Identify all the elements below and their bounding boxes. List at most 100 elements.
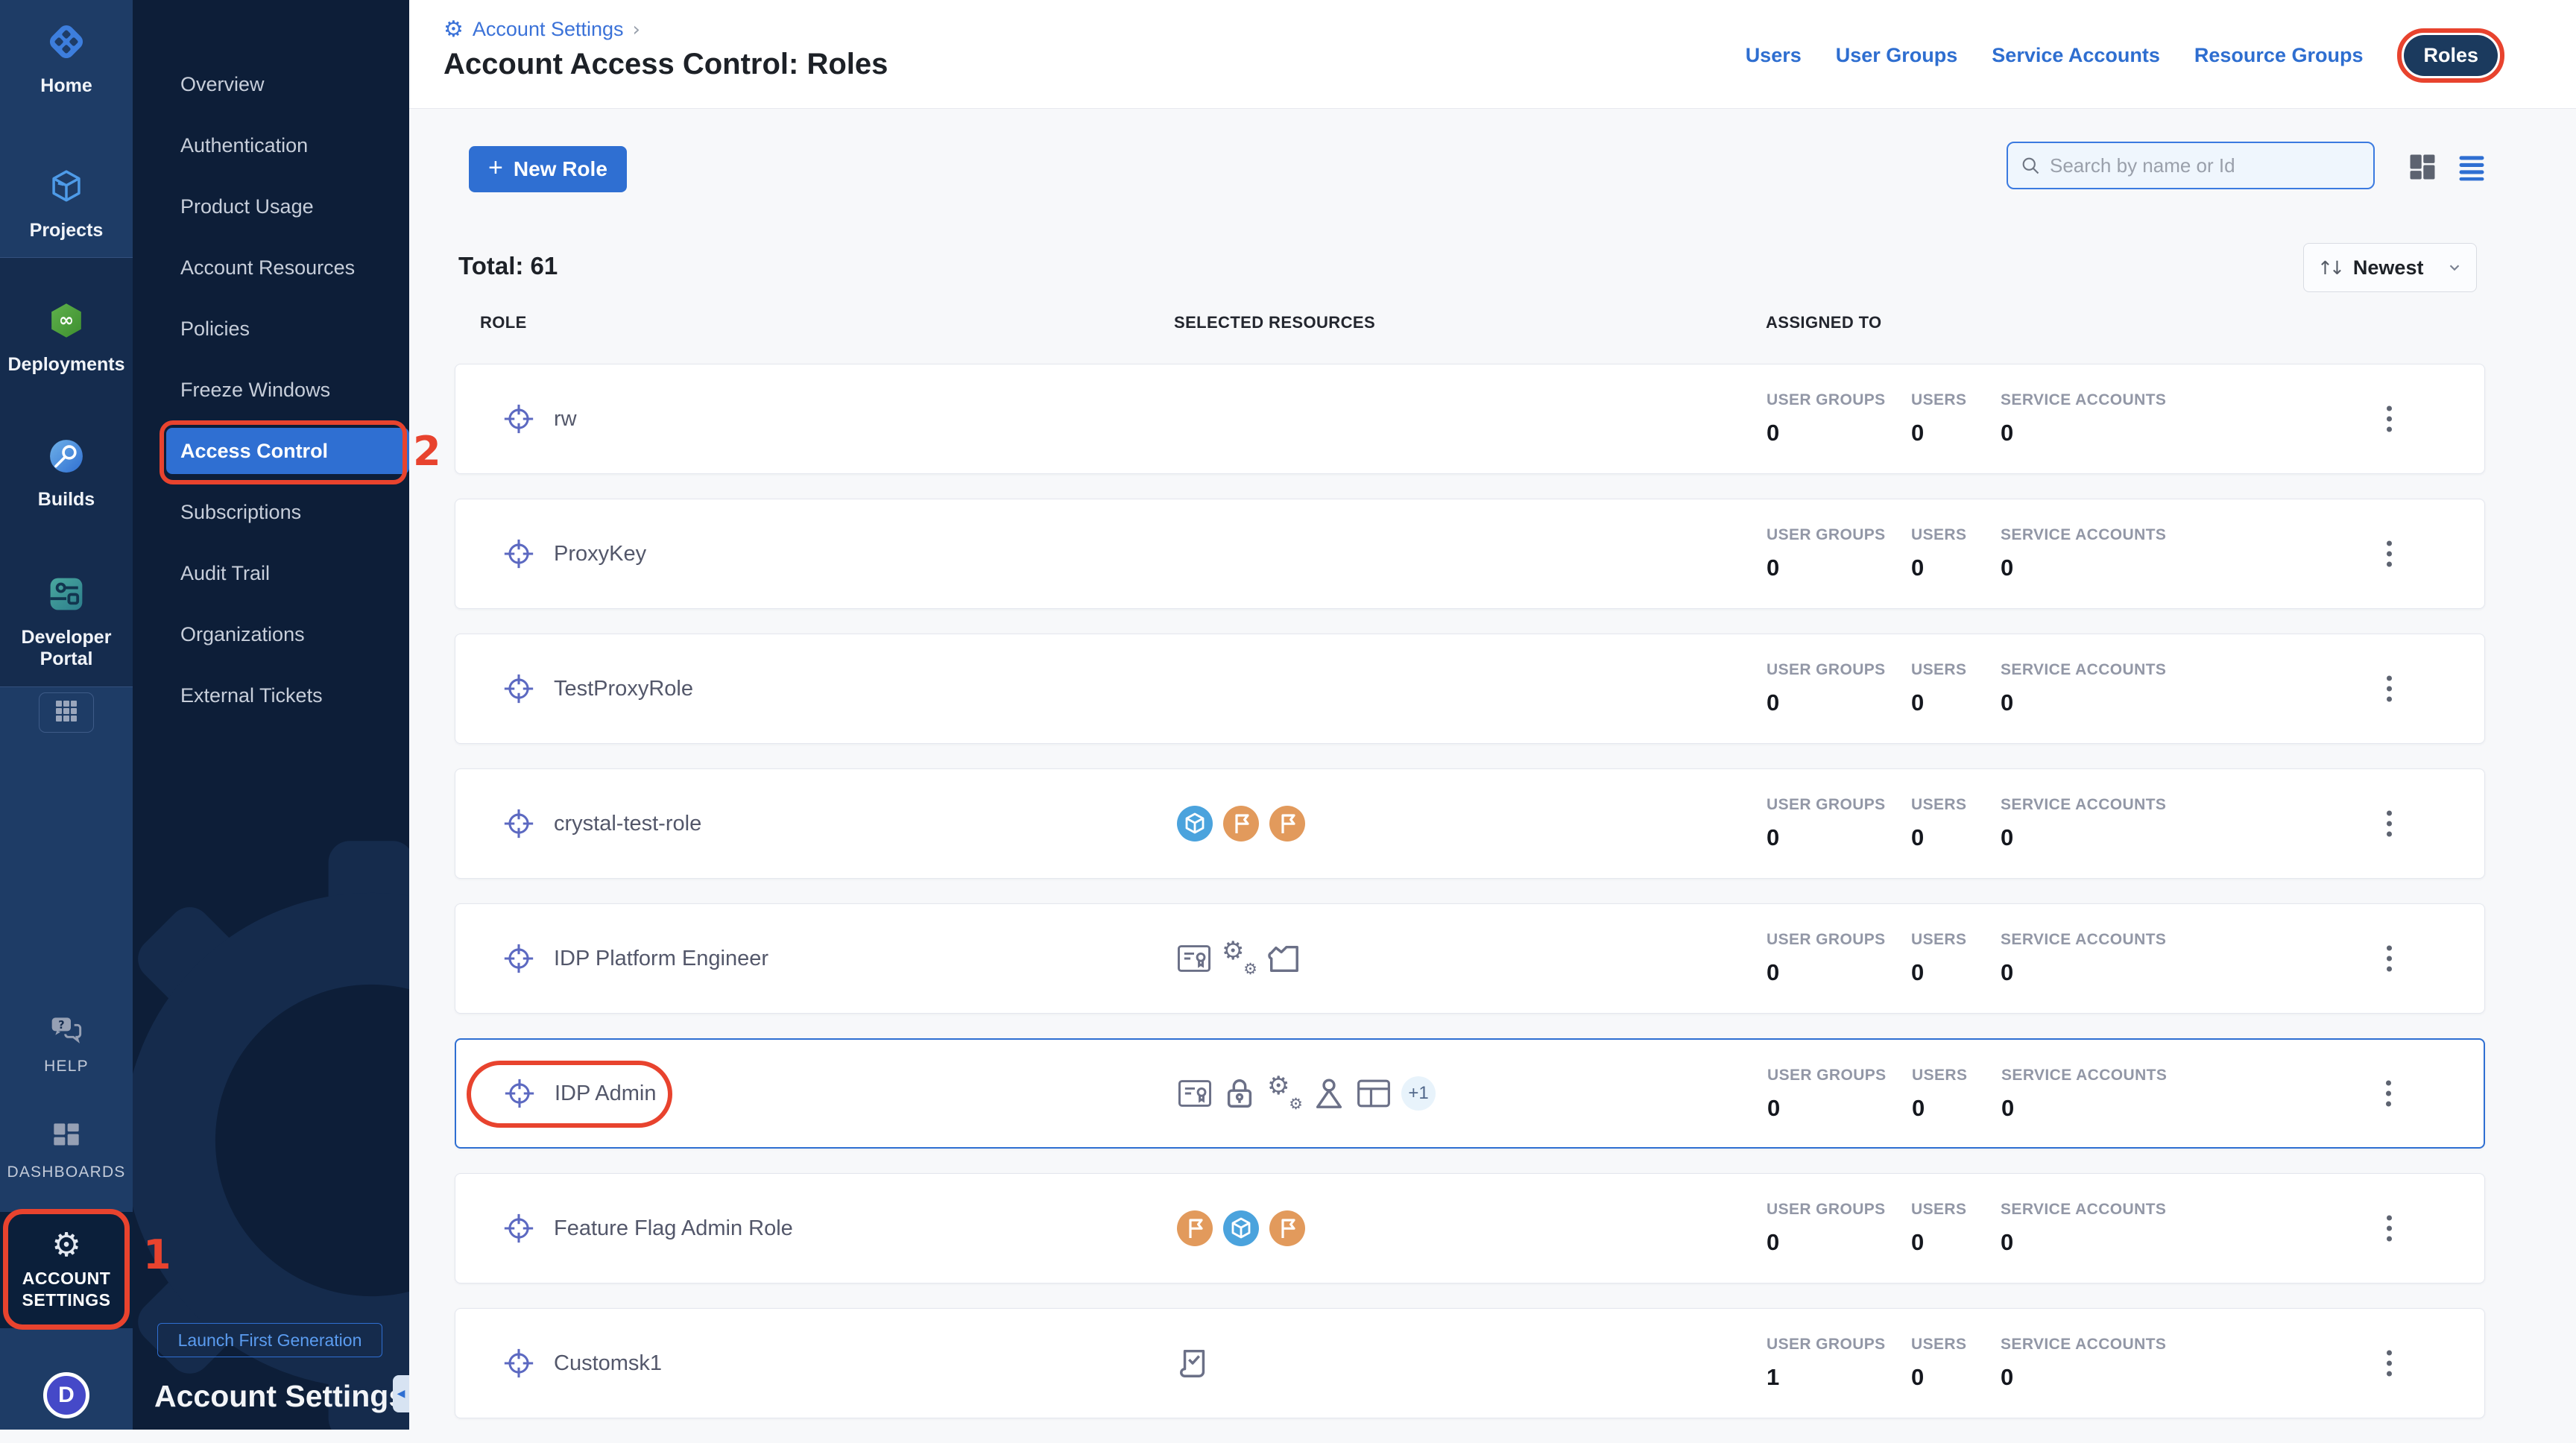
role-target-icon	[502, 537, 536, 571]
settings-nav-item-authentication[interactable]: Authentication	[133, 115, 409, 176]
feature-flag-circle-icon	[1269, 806, 1305, 842]
search-input[interactable]	[2050, 154, 2361, 177]
grid-view-toggle-icon[interactable]	[2408, 153, 2437, 181]
role-name: IDP Admin	[555, 1082, 656, 1106]
tab-service-accounts[interactable]: Service Accounts	[1992, 44, 2160, 67]
role-row-customsk1[interactable]: Customsk1USER GROUPS1USERS0SERVICE ACCOU…	[455, 1308, 2485, 1418]
role-row-feature-flag-admin-role[interactable]: Feature Flag Admin RoleUSER GROUPS0USERS…	[455, 1173, 2485, 1283]
assigned-user-groups-count: 0	[1767, 689, 1779, 716]
tab-users[interactable]: Users	[1746, 44, 1802, 67]
assigned-user-groups-count: 0	[1767, 1095, 1780, 1122]
user-avatar[interactable]: D	[43, 1372, 89, 1418]
assigned-user-groups-label: USER GROUPS	[1767, 391, 1886, 409]
role-row-idp-admin[interactable]: IDP Admin⚙⚙+1USER GROUPS0USERS0SERVICE A…	[455, 1038, 2485, 1149]
annotation-number-1: 1	[143, 1231, 171, 1278]
header-tabs: Users User Groups Service Accounts Resource…	[1746, 28, 2504, 82]
settings-nav-item-account-resources[interactable]: Account Resources	[133, 237, 409, 298]
role-target-icon	[502, 806, 536, 841]
environments-circle-icon	[1177, 806, 1213, 842]
settings-nav-item-access-control[interactable]: Access Control	[133, 420, 409, 481]
assigned-users-count: 0	[1911, 420, 1924, 446]
collapse-subnav-handle[interactable]: ◀	[393, 1375, 409, 1412]
row-menu-kebab-icon[interactable]	[2381, 805, 2398, 843]
tab-user-groups[interactable]: User Groups	[1836, 44, 1958, 67]
role-row-testproxyrole[interactable]: TestProxyRoleUSER GROUPS0USERS0SERVICE A…	[455, 634, 2485, 744]
rail-item-dashboards[interactable]: DASHBOARDS	[0, 1121, 133, 1181]
svg-text:?: ?	[58, 1019, 65, 1032]
settings-nav-item-product-usage[interactable]: Product Usage	[133, 176, 409, 237]
assigned-users-count: 0	[1911, 555, 1924, 581]
role-name-cell: crystal-test-role	[502, 769, 701, 878]
settings-nav-label: Product Usage	[180, 195, 314, 218]
role-name-cell: IDP Platform Engineer	[502, 904, 768, 1013]
role-row-crystal-test-role[interactable]: crystal-test-roleUSER GROUPS0USERS0SERVI…	[455, 768, 2485, 879]
role-row-rw[interactable]: rwUSER GROUPS0USERS0SERVICE ACCOUNTS0	[455, 364, 2485, 474]
selected-resources-cell	[1177, 1174, 1305, 1283]
role-row-idp-platform-engineer[interactable]: IDP Platform Engineer⚙⚙USER GROUPS0USERS…	[455, 903, 2485, 1014]
settings-nav-label: Authentication	[180, 134, 308, 157]
rail-item-account-settings[interactable]: ⚙ ACCOUNT SETTINGS	[0, 1212, 133, 1328]
layout-icon	[1357, 1076, 1391, 1111]
row-menu-kebab-icon[interactable]	[2381, 535, 2398, 573]
list-view-toggle-icon[interactable]	[2457, 153, 2486, 181]
gears-icon: ⚙⚙	[1267, 1076, 1301, 1111]
tab-roles[interactable]: Roles	[2404, 35, 2498, 76]
breadcrumb[interactable]: ⚙ Account Settings ›	[443, 18, 640, 41]
search-icon	[2020, 155, 2041, 176]
tab-resource-groups[interactable]: Resource Groups	[2194, 44, 2364, 67]
assigned-service-accounts-label: SERVICE ACCOUNTS	[2001, 796, 2166, 814]
launch-first-generation-button[interactable]: Launch First Generation	[157, 1323, 382, 1357]
settings-nav-item-audit-trail[interactable]: Audit Trail	[133, 543, 409, 604]
row-menu-kebab-icon[interactable]	[2380, 1075, 2397, 1113]
role-target-icon	[502, 1346, 536, 1380]
rail-item-builds[interactable]: Builds	[0, 436, 133, 511]
assigned-service-accounts-count: 0	[2001, 959, 2013, 986]
assigned-users-label: USERS	[1911, 661, 1966, 679]
rail-item-home[interactable]: Home	[0, 21, 133, 97]
role-name: crystal-test-role	[554, 812, 701, 836]
sort-dropdown[interactable]: ↑↓ Newest	[2303, 243, 2477, 292]
row-menu-kebab-icon[interactable]	[2381, 400, 2398, 438]
assigned-users-label: USERS	[1911, 931, 1966, 949]
settings-nav-item-organizations[interactable]: Organizations	[133, 604, 409, 665]
assigned-users-count: 0	[1911, 689, 1924, 716]
rail-item-deployments[interactable]: ∞ Deployments	[0, 300, 133, 376]
module-grid-button[interactable]	[39, 692, 94, 733]
assigned-user-groups-label: USER GROUPS	[1767, 1201, 1886, 1219]
row-menu-kebab-icon[interactable]	[2381, 940, 2398, 978]
settings-nav-item-freeze-windows[interactable]: Freeze Windows	[133, 359, 409, 420]
settings-nav-item-subscriptions[interactable]: Subscriptions	[133, 481, 409, 543]
settings-nav-item-policies[interactable]: Policies	[133, 298, 409, 359]
rail-label-projects: Projects	[30, 220, 104, 241]
role-name-cell: Customsk1	[502, 1309, 662, 1418]
home-icon	[45, 21, 87, 66]
settings-nav-label: Overview	[180, 73, 265, 96]
row-menu-kebab-icon[interactable]	[2381, 670, 2398, 708]
settings-nav-item-overview[interactable]: Overview	[133, 54, 409, 115]
person-icon	[1312, 1076, 1346, 1111]
assigned-users-label: USERS	[1911, 796, 1966, 814]
rail-item-projects[interactable]: Projects	[0, 165, 133, 241]
new-role-button[interactable]: + New Role	[469, 146, 627, 192]
module-rail: Home Projects ∞ Deployments Builds Devel…	[0, 0, 133, 1430]
assigned-service-accounts-count: 0	[2001, 1364, 2013, 1391]
row-menu-kebab-icon[interactable]	[2381, 1210, 2398, 1248]
assigned-service-accounts-label: SERVICE ACCOUNTS	[2001, 391, 2166, 409]
assigned-service-accounts-label: SERVICE ACCOUNTS	[2001, 661, 2166, 679]
role-name-cell: Feature Flag Admin Role	[502, 1174, 793, 1283]
rail-item-developer-portal[interactable]: Developer Portal	[0, 574, 133, 670]
assigned-user-groups-label: USER GROUPS	[1767, 661, 1886, 679]
role-name: Customsk1	[554, 1351, 662, 1376]
role-target-icon	[502, 672, 536, 706]
role-row-proxykey[interactable]: ProxyKeyUSER GROUPS0USERS0SERVICE ACCOUN…	[455, 499, 2485, 609]
plugin-icon	[1266, 941, 1301, 976]
row-menu-kebab-icon[interactable]	[2381, 1345, 2398, 1383]
assigned-user-groups-label: USER GROUPS	[1767, 1067, 1887, 1084]
selected-resources-cell	[1177, 769, 1305, 878]
sort-arrows-icon: ↑↓	[2317, 257, 2341, 279]
settings-nav-item-external-tickets[interactable]: External Tickets	[133, 665, 409, 726]
rail-item-help[interactable]: ? HELP	[0, 1015, 133, 1076]
svg-text:∞: ∞	[59, 309, 74, 331]
breadcrumb-link[interactable]: Account Settings	[473, 18, 624, 41]
assigned-service-accounts-label: SERVICE ACCOUNTS	[2001, 1336, 2166, 1354]
